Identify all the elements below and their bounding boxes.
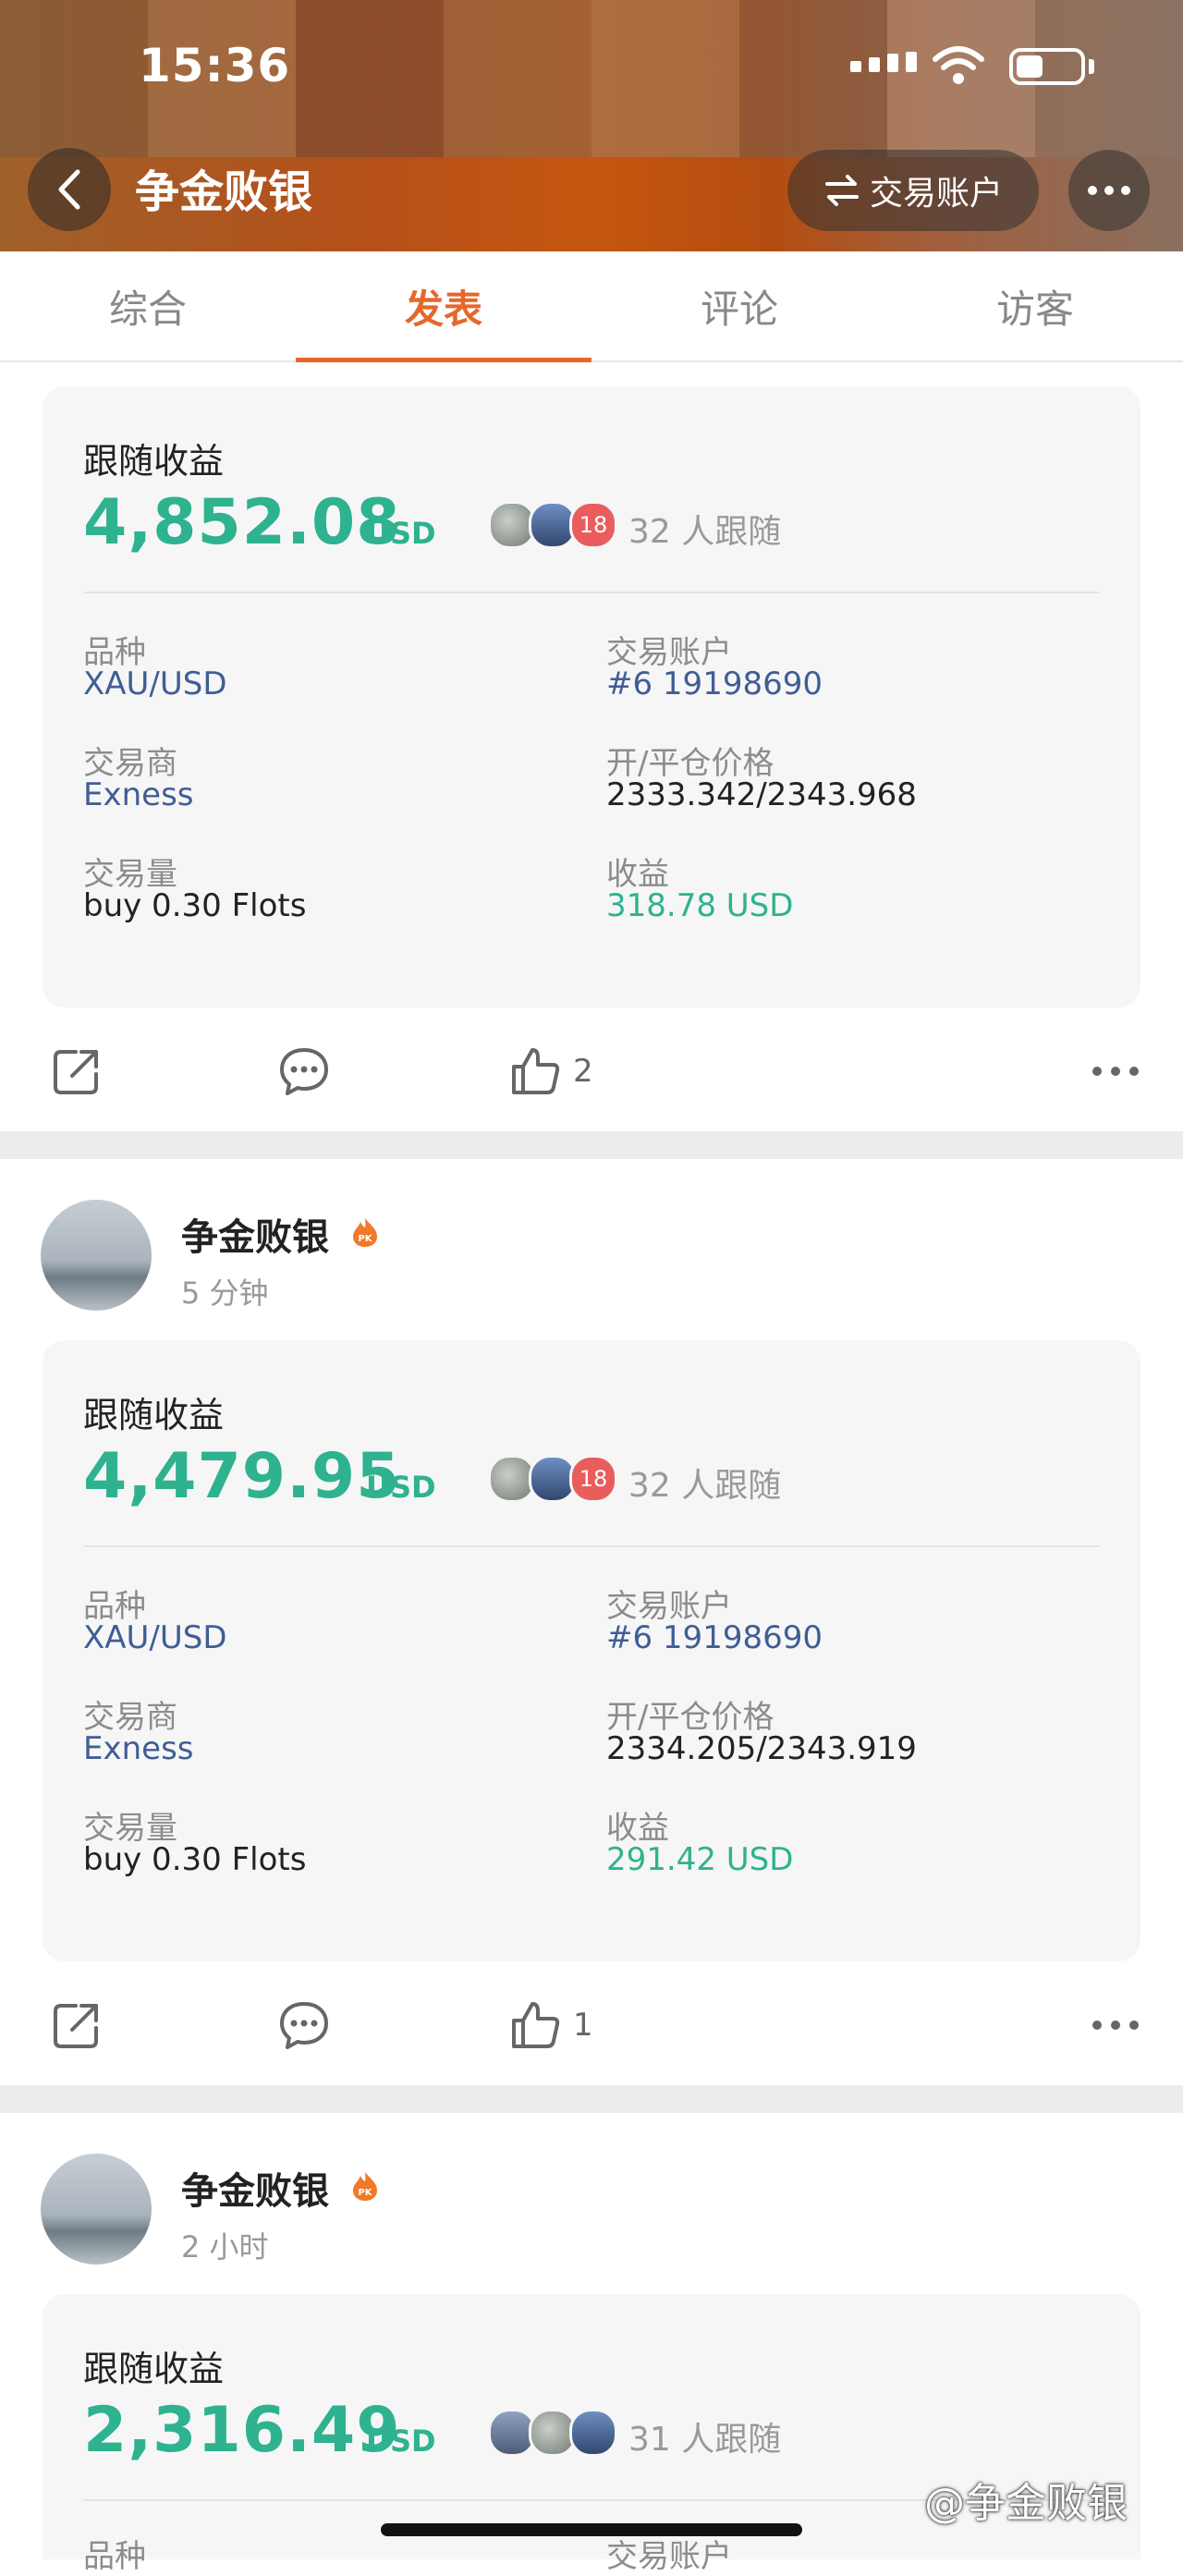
symbol-value[interactable]: XAU/USD <box>83 1619 227 1656</box>
thumbs-up-icon <box>512 1048 560 1094</box>
follow-profit-value: 4,852.08 <box>83 486 401 559</box>
tab-overview[interactable]: 综合 <box>0 251 296 360</box>
share-button[interactable] <box>50 1044 104 1098</box>
post-separator <box>0 1131 1183 1159</box>
more-icon[interactable] <box>1092 2021 1139 2030</box>
more-options-button[interactable] <box>1068 150 1150 231</box>
share-icon <box>54 1050 98 1094</box>
profile-tabs: 综合 发表 评论 访客 <box>0 251 1183 362</box>
post-actions: 2 <box>0 1020 1183 1122</box>
thumbs-up-icon <box>512 2002 560 2048</box>
tab-visitors[interactable]: 访客 <box>887 251 1183 360</box>
svg-text:PK: PK <box>358 1234 372 1244</box>
follower-count-badge: 18 <box>569 501 617 549</box>
currency-label: USD <box>366 1470 436 1505</box>
fire-badge-icon: PK <box>353 2172 377 2201</box>
broker-value[interactable]: Exness <box>83 1730 194 1767</box>
more-icon[interactable] <box>1092 1067 1139 1076</box>
swap-icon <box>824 175 859 206</box>
follower-count[interactable]: 31 人跟随 <box>628 2412 781 2460</box>
tab-comments[interactable]: 评论 <box>592 251 887 360</box>
like-count: 1 <box>573 2007 593 2044</box>
account-value[interactable]: #6 19198690 <box>606 1619 823 1656</box>
svg-text:PK: PK <box>358 2188 372 2198</box>
comment-button[interactable] <box>277 1044 331 1098</box>
status-time: 15:36 <box>139 39 291 92</box>
open-close-price-value: 2333.342/2343.968 <box>606 776 917 813</box>
battery-tip <box>1089 59 1094 74</box>
trade-card[interactable]: 跟随收益 4,479.95 USD 18 32 人跟随 品种 XAU/USD 交… <box>43 1340 1140 1961</box>
currency-label: USD <box>366 516 436 551</box>
symbol-label: 品种 <box>83 2538 146 2575</box>
account-value[interactable]: #6 19198690 <box>606 665 823 702</box>
share-button[interactable] <box>50 1998 104 2052</box>
broker-value[interactable]: Exness <box>83 776 194 813</box>
follower-count-badge: 18 <box>569 1455 617 1503</box>
volume-value: buy 0.30 Flots <box>83 887 307 924</box>
back-button[interactable] <box>28 148 111 231</box>
comment-button[interactable] <box>277 1998 331 2052</box>
follower-avatars[interactable]: 18 <box>488 501 617 549</box>
volume-value: buy 0.30 Flots <box>83 1841 307 1878</box>
author-avatar[interactable] <box>41 2154 152 2265</box>
post-time: 2 小时 <box>181 2229 269 2265</box>
author-name[interactable]: 争金败银 <box>181 1207 329 1261</box>
page-title: 争金败银 <box>135 166 313 218</box>
like-count: 2 <box>573 1053 593 1090</box>
chevron-left-icon <box>58 169 80 210</box>
follow-profit-value: 2,316.49 <box>83 2394 401 2467</box>
trading-account-label: 交易账户 <box>869 175 1003 213</box>
watermark: @争金败银 <box>924 2480 1128 2527</box>
follower-avatars[interactable]: 18 <box>488 1455 617 1503</box>
home-indicator[interactable] <box>381 2523 802 2536</box>
fire-badge-icon: PK <box>353 1218 377 1247</box>
post-time: 5 分钟 <box>181 1276 269 1311</box>
account-label: 交易账户 <box>606 2538 732 2575</box>
follow-profit-value: 4,479.95 <box>83 1440 401 1513</box>
comment-icon <box>280 2002 328 2049</box>
author-name[interactable]: 争金败银 <box>181 2161 329 2215</box>
follower-avatar <box>569 2409 617 2457</box>
share-icon <box>54 2004 98 2048</box>
open-close-price-value: 2334.205/2343.919 <box>606 1730 917 1767</box>
profit-value: 318.78 USD <box>606 887 794 924</box>
cellular-signal-icon <box>850 52 917 72</box>
card-label: 跟随收益 <box>83 2349 225 2389</box>
post-actions: 1 <box>0 1974 1183 2076</box>
like-button[interactable]: 2 <box>508 1044 593 1098</box>
follower-count[interactable]: 32 人跟随 <box>628 505 781 553</box>
trading-account-button[interactable]: 交易账户 <box>787 150 1039 231</box>
comment-icon <box>280 1048 328 1095</box>
profile-header: 15:36 争金败银 交易账户 <box>0 0 1183 251</box>
post-separator <box>0 2085 1183 2113</box>
trade-card[interactable]: 跟随收益 4,852.08 USD 18 32 人跟随 品种 XAU/USD 交… <box>43 386 1140 1007</box>
card-label: 跟随收益 <box>83 441 225 482</box>
follower-count[interactable]: 32 人跟随 <box>628 1459 781 1507</box>
follower-avatars[interactable] <box>488 2409 617 2457</box>
divider <box>83 592 1100 593</box>
wifi-icon <box>933 46 984 84</box>
symbol-value[interactable]: XAU/USD <box>83 665 227 702</box>
author-avatar[interactable] <box>41 1200 152 1311</box>
battery-icon <box>1009 48 1085 85</box>
profit-value: 291.42 USD <box>606 1841 794 1878</box>
status-bar: 15:36 <box>0 0 1183 139</box>
tab-posts[interactable]: 发表 <box>296 251 592 362</box>
card-label: 跟随收益 <box>83 1395 225 1435</box>
currency-label: USD <box>366 2423 436 2459</box>
like-button[interactable]: 1 <box>508 1998 593 2052</box>
divider <box>83 1545 1100 1547</box>
